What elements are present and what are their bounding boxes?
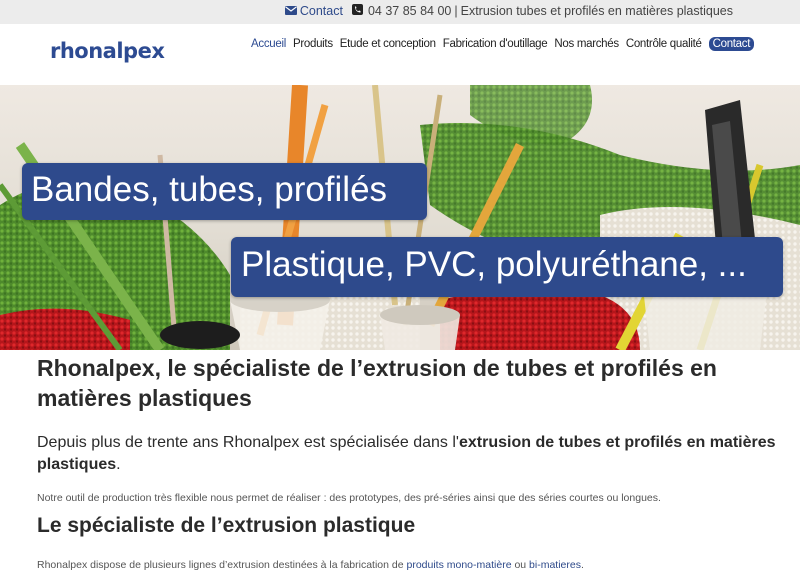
envelope-icon [284,4,297,18]
site-header: rhonalpex Accueil Produits Etude et conc… [0,24,800,85]
topbar-tagline: Extrusion tubes et profilés en matières … [460,4,733,18]
nav-accueil[interactable]: Accueil [251,38,286,50]
hero-heading-2: Plastique, PVC, polyuréthane, ... [231,237,783,297]
production-paragraph: Notre outil de production très flexible … [37,492,661,504]
top-bar: Contact 04 37 85 84 00 | Extrusion tubes… [0,0,800,24]
phone-icon [351,4,363,18]
lines-text: Rhonalpex dispose de plusieurs lignes d’… [37,559,407,571]
intro-paragraph: Depuis plus de trente ans Rhonalpex est … [37,432,777,476]
nav-contact-button[interactable]: Contact [708,37,755,51]
page-title: Rhonalpex, le spécialiste de l’extrusion… [37,355,717,411]
mono-matiere-link[interactable]: produits mono-matière [406,559,511,571]
bi-matieres-link[interactable]: bi-matieres [529,559,581,571]
nav-controle-qualite[interactable]: Contrôle qualité [626,38,702,50]
lines-text-mid: ou [511,559,530,571]
nav-produits[interactable]: Produits [293,38,333,50]
main-nav: Accueil Produits Etude et conception Fab… [251,37,755,51]
nav-etude-conception[interactable]: Etude et conception [340,38,436,50]
site-logo[interactable]: rhonalpex [50,39,165,63]
nav-fabrication-outillage[interactable]: Fabrication d'outillage [443,38,548,50]
lines-text-end: . [580,559,584,571]
topbar-separator: | [454,4,458,18]
nav-nos-marches[interactable]: Nos marchés [554,38,619,50]
intro-text: Depuis plus de trente ans Rhonalpex est … [37,434,459,451]
hero-heading-1: Bandes, tubes, profilés [22,163,427,220]
section-title: Le spécialiste de l’extrusion plastique [37,514,416,537]
intro-suffix: . [116,456,121,473]
hero-banner: Bandes, tubes, profilés Plastique, PVC, … [0,85,800,350]
lines-paragraph: Rhonalpex dispose de plusieurs lignes d’… [37,559,584,571]
contact-link[interactable]: Contact [300,4,343,18]
top-bar-info: Contact 04 37 85 84 00 | Extrusion tubes… [284,4,733,18]
phone-number: 04 37 85 84 00 [367,4,452,18]
